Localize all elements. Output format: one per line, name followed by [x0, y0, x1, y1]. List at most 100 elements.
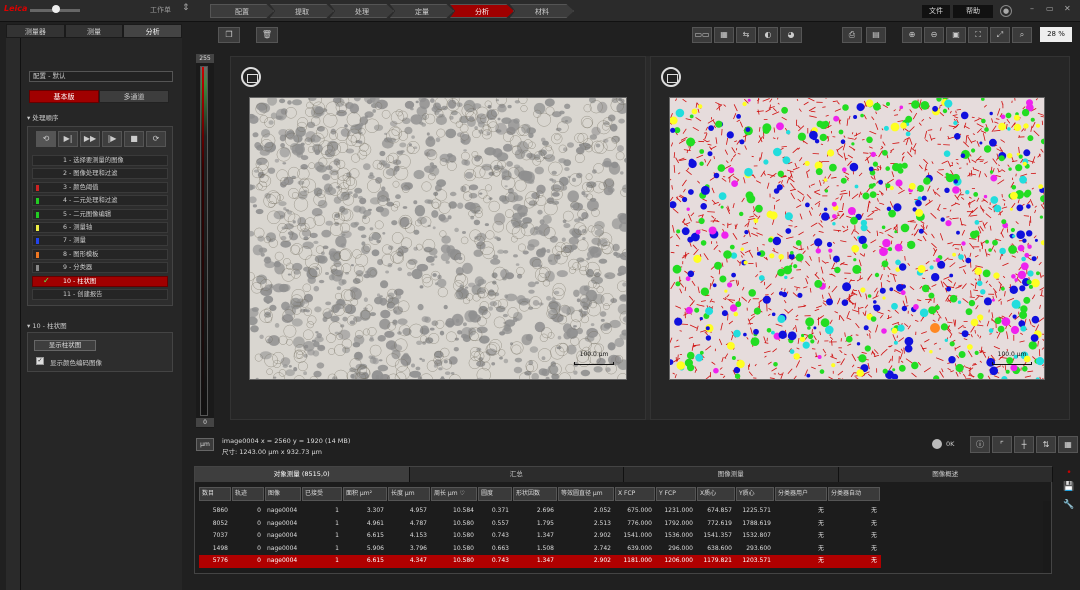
workflow-select[interactable]: 工作单 [150, 5, 171, 15]
zoom-1to1-button[interactable]: ▣ [946, 27, 966, 43]
mode-basic-button[interactable]: 基本版 [29, 90, 99, 103]
tab-object-measurements[interactable]: 对象测量 (8515,0) [195, 467, 410, 482]
view-side-by-side-button[interactable]: ▭▭ [692, 27, 712, 43]
view-binary-button[interactable]: ◐ [758, 27, 778, 43]
player-button-5[interactable]: ⟳ [146, 131, 166, 147]
chart-button[interactable]: ⤢ [990, 27, 1010, 43]
table-scrollbar[interactable] [1043, 501, 1051, 573]
pipeline-step-5[interactable]: 材料 [510, 4, 574, 18]
procedure-step[interactable]: 3 - 颜色阈值 [32, 181, 168, 193]
column-header[interactable]: 已接受 [302, 487, 342, 501]
brightness-slider-knob[interactable] [52, 5, 60, 13]
save-button[interactable]: 💾 [1062, 482, 1076, 494]
procedure-step[interactable]: 7 - 测量 [32, 235, 168, 247]
zoom-level-field[interactable]: 28 % [1040, 27, 1072, 42]
pipeline-step-0[interactable]: 配置 [210, 4, 274, 18]
column-header[interactable]: 轨迹 [232, 487, 264, 501]
sort-button[interactable]: ⇅ [1036, 436, 1056, 453]
fit-window-button[interactable]: ⛶ [968, 27, 988, 43]
column-header[interactable]: Y FCP [656, 487, 696, 501]
procedure-step[interactable]: ✓ 10 - 柱状图 [32, 275, 168, 287]
micrograph-classified[interactable]: 100.0 μm [669, 97, 1045, 380]
player-button-4[interactable]: ■ [124, 131, 144, 147]
copy-button[interactable]: ❐ [218, 27, 240, 43]
image-icon[interactable] [661, 67, 681, 87]
viewer-original[interactable]: 100.0 μm [230, 56, 646, 420]
column-header[interactable]: X FCP [615, 487, 655, 501]
settings-button[interactable]: 🔧 [1062, 500, 1076, 512]
report-button[interactable]: ▤ [866, 27, 886, 43]
tab-analysis[interactable]: 分析 [123, 24, 183, 38]
view-split-button[interactable]: ⇆ [736, 27, 756, 43]
config-section-header[interactable]: 配置 - 默认 [29, 71, 173, 82]
column-header[interactable]: 面积 μm² [343, 487, 387, 501]
table-row[interactable]: 5860 0 nage0004 1 3.307 4.957 10.584 0.371 2.696… [199, 505, 881, 518]
maximize-button[interactable]: ▭ [1046, 4, 1054, 13]
procedure-step[interactable]: 1 - 选择要测量的图像 [32, 155, 168, 166]
column-header[interactable]: X质心 [697, 487, 735, 501]
player-button-2[interactable]: ▶▶ [80, 131, 100, 147]
column-header[interactable]: 图像 [265, 487, 301, 501]
pipeline-step-4[interactable]: 分析 [450, 4, 514, 18]
procedure-step[interactable]: 2 - 图像处理和过滤 [32, 168, 168, 180]
unit-button[interactable]: μm [196, 438, 214, 451]
procedure-section-header[interactable]: ▾ 处理顺序 [27, 112, 58, 124]
zoom-in-button[interactable]: ⊕ [902, 27, 922, 43]
pipeline-step-3[interactable]: 定量 [390, 4, 454, 18]
player-button-3[interactable]: |▶ [102, 131, 122, 147]
view-color-button[interactable]: ◕ [780, 27, 802, 43]
column-header[interactable]: 等效圆直径 μm [558, 487, 614, 501]
info-button[interactable]: ⓘ [970, 436, 990, 453]
column-header[interactable]: 数目 [199, 487, 231, 501]
color-coded-checkbox[interactable]: ✓ [36, 357, 44, 365]
column-header[interactable]: 长度 μm [388, 487, 430, 501]
zoom-search-button[interactable]: ⌕ [1012, 27, 1032, 43]
workflow-spinner-icon[interactable]: ⇕ [182, 3, 190, 13]
boundary-line [871, 351, 873, 355]
delete-button[interactable]: 🗑 [256, 27, 278, 43]
print-button[interactable]: ⎙ [842, 27, 862, 43]
image-icon[interactable] [241, 67, 261, 87]
table-row[interactable]: 7037 0 nage0004 1 6.615 4.153 10.580 0.743 1.347… [199, 530, 881, 543]
grid-button[interactable]: ▦ [1058, 436, 1078, 453]
tab-image-overview[interactable]: 图像概述 [838, 467, 1053, 482]
column-header[interactable]: 形状因数 [513, 487, 557, 501]
tab-image-measurements[interactable]: 图像测量 [624, 467, 839, 482]
procedure-step[interactable]: 5 - 二元图像编辑 [32, 208, 168, 220]
player-button-1[interactable]: ▶| [58, 131, 78, 147]
column-header[interactable]: Y质心 [736, 487, 774, 501]
show-histogram-button[interactable]: 显示柱状图 [34, 340, 96, 351]
player-button-0[interactable]: ⟲ [36, 131, 56, 147]
procedure-step[interactable]: 6 - 测量轴 [32, 222, 168, 233]
column-header[interactable]: 周长 μm ♡ [431, 487, 477, 501]
view-overlay-button[interactable]: ▦ [714, 27, 734, 43]
globe-icon[interactable]: ● [1000, 5, 1012, 17]
viewer-classified[interactable]: 100.0 μm [650, 56, 1070, 420]
histogram-section-header[interactable]: ▾ 10 - 柱状图 [27, 320, 67, 332]
corner-tool-button[interactable]: ⌜ [992, 436, 1012, 453]
close-button[interactable]: ✕ [1064, 4, 1071, 13]
colorbar-strip[interactable] [200, 66, 208, 416]
minimize-button[interactable]: – [1030, 4, 1034, 13]
tab-summary[interactable]: 汇总 [409, 467, 624, 482]
column-header[interactable]: 分类器用户 [775, 487, 827, 501]
procedure-step[interactable]: 4 - 二元处理和过滤 [32, 195, 168, 207]
pipeline-step-1[interactable]: 提取 [270, 4, 334, 18]
micrograph-original[interactable]: 100.0 μm [249, 97, 627, 380]
procedure-step[interactable]: 8 - 图形模板 [32, 248, 168, 260]
table-row[interactable]: 5776 0 nage0004 1 6.615 4.347 10.580 0.743 1.347… [199, 555, 881, 568]
procedure-step[interactable]: 11 - 创建报告 [32, 289, 168, 300]
column-header[interactable]: 圆度 [478, 487, 512, 501]
tab-measure[interactable]: 测量 [64, 24, 124, 38]
zoom-out-button[interactable]: ⊖ [924, 27, 944, 43]
procedure-step[interactable]: 9 - 分类器 [32, 262, 168, 274]
menu-help[interactable]: 帮助 [953, 5, 993, 18]
crosshair-button[interactable]: ┼ [1014, 436, 1034, 453]
mode-multichannel-button[interactable]: 多通道 [99, 90, 169, 103]
table-row[interactable]: 1498 0 nage0004 1 5.906 3.796 10.580 0.663 1.508… [199, 543, 881, 556]
tab-measurer[interactable]: 测量器 [6, 24, 65, 38]
menu-file[interactable]: 文件 [922, 5, 950, 18]
column-header[interactable]: 分类器自动 [828, 487, 880, 501]
pipeline-step-2[interactable]: 处理 [330, 4, 394, 18]
table-row[interactable]: 8052 0 nage0004 1 4.961 4.787 10.580 0.557 1.795… [199, 518, 881, 531]
